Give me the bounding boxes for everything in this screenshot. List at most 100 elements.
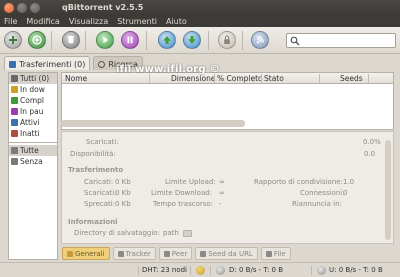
sidebar-item-completed[interactable]: Compl	[9, 95, 57, 106]
torrent-list-header: Nome Dimensione % Completo Stato Seeds	[62, 73, 393, 84]
downloading-icon	[11, 86, 18, 93]
sidebar-item-unlabeled[interactable]: Senza	[9, 156, 57, 167]
increase-priority-button[interactable]	[158, 31, 176, 49]
tracker-icon	[117, 250, 124, 257]
delete-icon	[67, 36, 75, 44]
availability-label: Disponibilità:	[70, 150, 116, 158]
play-icon	[103, 36, 109, 44]
upload-speed-icon[interactable]	[317, 266, 326, 275]
upload-limit-value: ∞	[219, 178, 225, 186]
connection-status-icon[interactable]	[196, 266, 205, 275]
lock-icon	[224, 35, 230, 44]
add-torrent-link-button[interactable]	[28, 31, 46, 49]
uploaded-label: Caricati:	[84, 178, 114, 186]
dl-value: 0 Kb	[115, 189, 131, 197]
maximize-window-button[interactable]	[30, 3, 40, 13]
column-status[interactable]: Stato	[264, 73, 284, 84]
wasted-value: 0 Kb	[115, 200, 131, 208]
down-arrow-icon	[188, 36, 196, 44]
download-limit-value: ∞	[219, 189, 225, 197]
menu-tools[interactable]: Strumenti	[117, 16, 157, 27]
tab-url-seeds[interactable]: Seed da URL	[195, 247, 258, 260]
elapsed-value: -	[219, 200, 222, 208]
horizontal-scrollbar[interactable]	[61, 120, 245, 127]
url-seed-icon	[200, 250, 207, 257]
sidebar-divider	[9, 141, 57, 143]
uploaded-value: 0 Kb	[115, 178, 131, 186]
decrease-priority-button[interactable]	[183, 31, 201, 49]
all-icon	[11, 75, 18, 82]
download-icon	[9, 60, 16, 68]
menu-view[interactable]: Visualizza	[69, 16, 108, 27]
pause-icon	[127, 36, 133, 44]
vertical-scrollbar[interactable]	[385, 140, 391, 240]
rss-icon	[256, 36, 264, 44]
availability-value: 0.0	[364, 150, 376, 158]
connections-value: 0	[343, 189, 348, 197]
delete-button[interactable]	[62, 31, 80, 49]
status-bar: DHT: 23 nodi D: 0 B/s - T: 0 B U: 0 B/s …	[0, 262, 400, 277]
start-button[interactable]	[96, 31, 114, 49]
pause-button[interactable]	[121, 31, 139, 49]
rss-button[interactable]	[251, 31, 269, 49]
transfer-section-title: Trasferimento	[68, 166, 124, 174]
filter-sidebar: Tutti (0) In dow Compl In pau Attivi Ina…	[8, 72, 58, 260]
elapsed-label: Tempo trascorso:	[153, 200, 214, 208]
downloaded-value: 0.0%	[363, 138, 381, 146]
torrent-details-panel: Scaricati: 0.0% Disponibilità: 0.0 Trasf…	[61, 131, 394, 244]
folder-icon	[11, 147, 18, 154]
upload-status: U: 0 B/s - T: 0 B	[329, 266, 383, 274]
info-section-title: Informazioni	[68, 218, 118, 226]
reannounce-label: Riannuncia in:	[292, 200, 342, 208]
menu-help[interactable]: Aiuto	[166, 16, 187, 27]
download-limit-label: Limite Download:	[151, 189, 213, 197]
save-dir-button[interactable]	[183, 230, 192, 237]
sidebar-item-paused[interactable]: In pau	[9, 106, 57, 117]
download-status: D: 0 B/s - T: 0 B	[229, 266, 284, 274]
menu-bar: File Modifica Visualizza Strumenti Aiuto	[0, 16, 400, 27]
title-bar: qBittorrent v2.5.5	[0, 0, 400, 16]
watermark: ifil www.ifil.org ©	[116, 64, 220, 75]
add-link-icon	[32, 35, 42, 45]
column-progress[interactable]: % Completo	[217, 73, 263, 84]
sidebar-item-downloading[interactable]: In dow	[9, 84, 57, 95]
tab-files[interactable]: File	[260, 247, 291, 260]
close-window-button[interactable]	[4, 3, 14, 13]
upload-limit-label: Limite Upload:	[165, 178, 216, 186]
window-title: qBittorrent v2.5.5	[62, 3, 144, 12]
tab-transfers-label: Trasferimenti (0)	[19, 59, 86, 69]
details-tabs: Generali Tracker Peer Seed da URL File	[62, 247, 291, 260]
info-icon	[67, 250, 73, 257]
save-dir-value: path	[163, 229, 179, 237]
dl-label: Scaricati:	[84, 189, 117, 197]
download-speed-icon[interactable]	[216, 266, 225, 275]
tab-general[interactable]: Generali	[62, 247, 110, 260]
search-icon	[290, 36, 300, 46]
sidebar-item-inactive[interactable]: Inatti	[9, 128, 57, 139]
column-name[interactable]: Nome	[65, 73, 87, 84]
share-ratio-label: Rapporto di condivisione:	[254, 178, 343, 186]
up-arrow-icon	[163, 36, 171, 44]
paused-icon	[11, 108, 18, 115]
tab-trackers[interactable]: Tracker	[112, 247, 156, 260]
tab-transfers[interactable]: Trasferimenti (0)	[4, 56, 91, 70]
search-input[interactable]	[286, 33, 396, 48]
save-dir-label: Directory di salvataggio:	[74, 229, 160, 237]
menu-file[interactable]: File	[4, 16, 17, 27]
window-controls	[4, 3, 40, 13]
add-torrent-file-button[interactable]	[4, 31, 22, 49]
preferences-button[interactable]	[218, 31, 236, 49]
completed-icon	[11, 97, 18, 104]
minimize-window-button[interactable]	[17, 3, 27, 13]
wasted-label: Sprecati:	[84, 200, 116, 208]
sidebar-item-all-labels[interactable]: Tutte	[9, 145, 57, 156]
active-icon	[11, 119, 18, 126]
tab-peers[interactable]: Peer	[158, 247, 193, 260]
sidebar-item-all[interactable]: Tutti (0)	[9, 73, 57, 84]
files-icon	[265, 250, 272, 257]
menu-edit[interactable]: Modifica	[26, 16, 59, 27]
column-seeds[interactable]: Seeds	[340, 73, 363, 84]
sidebar-item-active[interactable]: Attivi	[9, 117, 57, 128]
connections-label: Connessioni:	[300, 189, 345, 197]
binoculars-icon	[98, 60, 106, 68]
